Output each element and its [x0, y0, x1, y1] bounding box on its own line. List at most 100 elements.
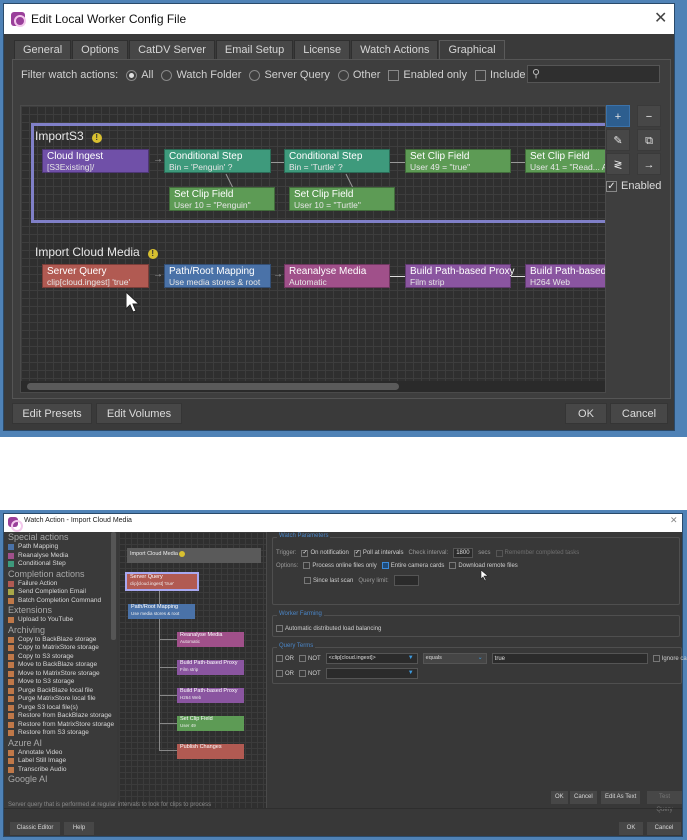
palette-scrollbar[interactable]: [111, 532, 116, 640]
horizontal-scrollbar[interactable]: [21, 381, 605, 392]
palette-item[interactable]: Copy to S3 storage: [4, 653, 117, 662]
palette-item[interactable]: Move to MatrixStore storage: [4, 670, 117, 679]
palette-item[interactable]: Restore from BackBlaze storage: [4, 712, 117, 721]
chevron-down-icon: ▼: [407, 655, 414, 661]
close-icon[interactable]: ✕: [654, 8, 667, 28]
on-notification-checkbox[interactable]: ✓ On notification: [301, 549, 349, 557]
action-color-swatch-icon: [8, 645, 14, 652]
checkbox-enabled-only[interactable]: Enabled only: [388, 69, 467, 81]
field-dropdown[interactable]: ▼: [325, 668, 418, 679]
connector: [159, 695, 177, 696]
flow-node-build-proxy[interactable]: Build Path-based Proxy H264 Web: [177, 688, 244, 703]
action-color-swatch-icon: [8, 721, 14, 728]
palette-item[interactable]: Move to S3 storage: [4, 678, 117, 687]
since-last-scan-checkbox[interactable]: Since last scan: [304, 577, 353, 584]
palette-item[interactable]: Restore from MatrixStore storage: [4, 721, 117, 730]
radio-other[interactable]: Other: [337, 69, 380, 81]
node-build-proxy[interactable]: Build Path-based Prox H264 Web: [525, 264, 605, 288]
edit-presets-button[interactable]: Edit Presets: [12, 403, 92, 424]
palette-item[interactable]: Failure Action: [4, 580, 117, 589]
palette-item[interactable]: Path Mapping: [4, 543, 117, 552]
operator-dropdown[interactable]: equals ⌄: [422, 653, 487, 664]
workflow-canvas[interactable]: ImportS3! Cloud Ingest [S3Existing]/ → C…: [20, 105, 606, 393]
palette-item[interactable]: Copy to MatrixStore storage: [4, 644, 117, 653]
flow-node-set-clip-field[interactable]: Set Clip Field User 49: [177, 716, 244, 731]
palette-item[interactable]: Purge MatrixStore local file: [4, 695, 117, 704]
or-checkbox[interactable]: OR: [276, 670, 294, 677]
node-server-query[interactable]: Server Query clip[cloud.ingest] 'true': [42, 264, 149, 288]
node-set-clip-field[interactable]: Set Clip Field User 10 = "Turtle": [289, 187, 395, 211]
palette-item[interactable]: Upload to YouTube: [4, 616, 117, 625]
remove-button[interactable]: −: [637, 105, 661, 127]
search-input[interactable]: ⚲: [527, 65, 660, 83]
inner-ok-button[interactable]: OK: [551, 791, 568, 804]
poll-intervals-checkbox[interactable]: ✓ Poll at intervals: [353, 549, 404, 557]
add-button[interactable]: +: [606, 105, 630, 127]
field-dropdown[interactable]: <clip[cloud.ingest]> ▼: [325, 653, 418, 664]
classic-editor-button[interactable]: Classic Editor: [10, 822, 60, 835]
not-checkbox[interactable]: NOT: [299, 670, 321, 677]
radio-all[interactable]: All: [126, 69, 153, 81]
palette-item[interactable]: Send Completion Email: [4, 588, 117, 597]
or-checkbox[interactable]: OR: [276, 655, 294, 662]
palette-item[interactable]: Copy to BackBlaze storage: [4, 636, 117, 645]
split-icon[interactable]: ≷: [606, 153, 630, 175]
duplicate-icon[interactable]: ⧉: [637, 129, 661, 151]
node-set-clip-field[interactable]: Set Clip Field User 10 = "Penguin": [169, 187, 275, 211]
arrow-right-icon[interactable]: →: [637, 153, 661, 175]
flow-node-path-root-mapping[interactable]: Path/Root Mapping Use media stores & roo…: [128, 604, 195, 619]
node-title: Server Query: [47, 266, 107, 277]
tab-catdv-server[interactable]: CatDV Server: [129, 40, 215, 59]
palette-item[interactable]: Purge S3 local file(s): [4, 704, 117, 713]
ok-button[interactable]: OK: [565, 403, 607, 424]
tab-license[interactable]: License: [294, 40, 351, 59]
inner-cancel-button[interactable]: Cancel: [570, 791, 597, 804]
radio-server-query[interactable]: Server Query: [249, 69, 330, 81]
palette-item[interactable]: Conditional Step: [4, 560, 117, 569]
tab-email-setup[interactable]: Email Setup: [215, 40, 294, 59]
help-button[interactable]: Help: [64, 822, 94, 835]
radio-watch-folder[interactable]: Watch Folder: [161, 69, 241, 81]
test-query-button[interactable]: Test Query: [647, 791, 682, 813]
flow-canvas[interactable]: Import Cloud Media Server Query clip[clo…: [119, 532, 267, 808]
query-limit-input[interactable]: [393, 575, 419, 586]
palette-item[interactable]: Annotate Video: [4, 749, 117, 758]
not-checkbox[interactable]: NOT: [299, 655, 321, 662]
value-input[interactable]: true: [491, 653, 648, 664]
flow-node-build-proxy[interactable]: Build Path-based Proxy Film strip: [177, 660, 244, 675]
palette-item[interactable]: Label Still Image: [4, 757, 117, 766]
palette-item[interactable]: Batch Completion Command: [4, 597, 117, 606]
close-icon[interactable]: ✕: [670, 515, 678, 526]
dropdown-value: <clip[cloud.ingest]>: [328, 655, 376, 661]
palette-item[interactable]: Restore from S3 storage: [4, 729, 117, 738]
ok-button[interactable]: OK: [619, 822, 643, 835]
edit-pencil-icon[interactable]: ✎: [606, 129, 630, 151]
ignore-case-checkbox[interactable]: Ignore case: [652, 655, 687, 662]
download-remote-checkbox[interactable]: Download remote files: [449, 562, 518, 569]
palette-item[interactable]: Transcribe Audio: [4, 766, 117, 775]
edit-as-text-button[interactable]: Edit As Text: [601, 791, 641, 804]
tab-watch-actions[interactable]: Watch Actions: [351, 40, 439, 59]
camera-cards-checkbox[interactable]: Entire camera cards: [381, 562, 444, 569]
flow-node-publish-changes[interactable]: Publish Changes: [177, 744, 244, 759]
node-path-root-mapping[interactable]: Path/Root Mapping Use media stores & roo…: [164, 264, 271, 288]
node-reanalyse-media[interactable]: Reanalyse Media Automatic: [284, 264, 390, 288]
edit-volumes-button[interactable]: Edit Volumes: [96, 403, 182, 424]
palette-item[interactable]: Purge BackBlaze local file: [4, 687, 117, 696]
check-interval-input[interactable]: 1800: [453, 548, 474, 558]
flow-node-reanalyse-media[interactable]: Reanalyse Media Automatic: [177, 632, 244, 647]
online-only-checkbox[interactable]: Process online files only: [303, 562, 377, 569]
cancel-button[interactable]: Cancel: [647, 822, 681, 835]
remember-completed-checkbox[interactable]: Remember completed tasks: [495, 549, 579, 557]
tab-general[interactable]: General: [14, 40, 72, 59]
node-build-proxy[interactable]: Build Path-based Proxy Film strip: [405, 264, 515, 288]
cancel-button[interactable]: Cancel: [610, 403, 668, 424]
scrollbar-thumb[interactable]: [27, 383, 399, 390]
enabled-checkbox[interactable]: ✓ Enabled: [606, 180, 661, 192]
tab-options[interactable]: Options: [72, 40, 129, 59]
flow-node-server-query[interactable]: Server Query clip[cloud.ingest] 'true': [125, 572, 199, 591]
palette-item[interactable]: Move to BackBlaze storage: [4, 661, 117, 670]
load-balancing-checkbox[interactable]: Automatic distributed load balancing: [276, 625, 381, 632]
palette-item[interactable]: Reanalyse Media: [4, 552, 117, 561]
tab-graphical[interactable]: Graphical: [439, 40, 505, 61]
